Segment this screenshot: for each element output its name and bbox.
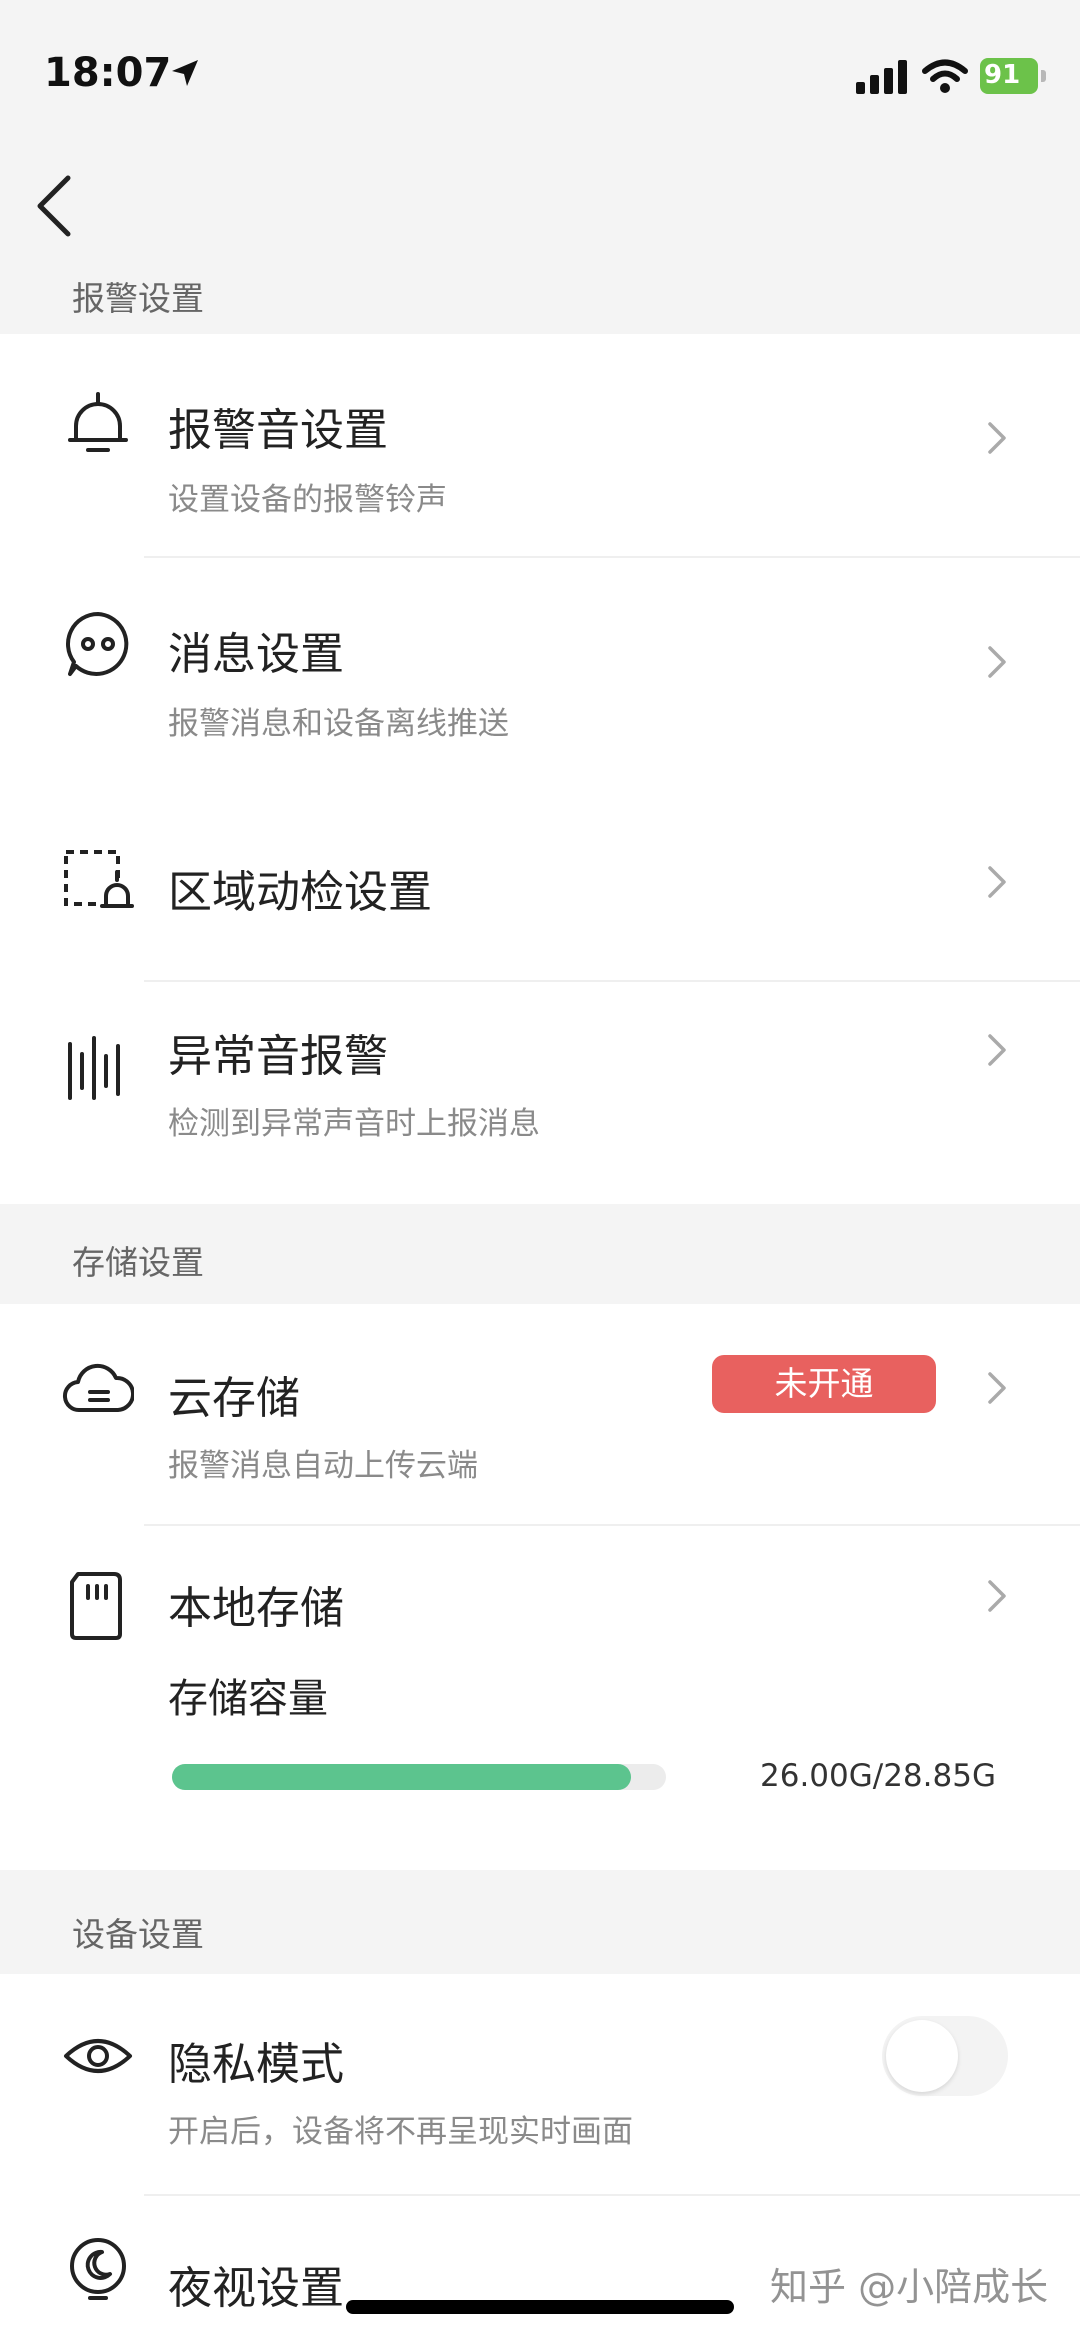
cloud-status-badge: 未开通 — [712, 1355, 936, 1413]
back-button[interactable] — [28, 170, 88, 240]
night-vision-icon — [70, 2238, 126, 2300]
wifi-icon — [922, 59, 968, 93]
section-header-storage: 存储设置 — [0, 1204, 1080, 1304]
row-subtitle: 检测到异常声音时上报消息 — [168, 1106, 540, 1142]
status-time: 18:07 — [44, 50, 172, 96]
row-alarm-sound[interactable]: 报警音设置 设置设备的报警铃声 — [0, 334, 1080, 556]
motion-zone-icon — [64, 850, 134, 908]
capacity-value: 26.00G/28.85G — [760, 1758, 996, 1794]
privacy-toggle[interactable] — [882, 2016, 1008, 2096]
location-arrow-icon — [172, 60, 198, 86]
row-title: 云存储 — [168, 1373, 300, 1424]
signal-icon — [856, 60, 907, 94]
row-subtitle: 报警消息自动上传云端 — [168, 1448, 478, 1484]
row-night-vision[interactable]: 夜视设置 知乎 @小陪成长 — [0, 2196, 1080, 2339]
section-header-alarm: 报警设置 — [0, 250, 1080, 334]
bell-icon — [68, 392, 128, 452]
section-title-alarm: 报警设置 — [72, 279, 204, 318]
storage-progress-fill — [172, 1764, 632, 1790]
sd-card-icon — [70, 1572, 122, 1640]
watermark: 知乎 @小陪成长 — [770, 2265, 1049, 2309]
row-title: 消息设置 — [168, 629, 344, 680]
storage-progress-bar — [172, 1764, 666, 1790]
chevron-right-icon — [988, 1034, 1006, 1066]
battery-level: 91 — [984, 60, 1021, 90]
home-indicator — [346, 2300, 734, 2314]
row-title: 本地存储 — [168, 1583, 344, 1634]
status-bar: 18:07 91 — [0, 0, 1080, 150]
battery-nub — [1041, 70, 1046, 82]
cloud-icon — [62, 1363, 134, 1413]
row-title: 区域动检设置 — [168, 867, 432, 918]
row-title: 隐私模式 — [168, 2039, 344, 2090]
toggle-knob — [886, 2020, 958, 2092]
section-title-device: 设备设置 — [72, 1915, 204, 1954]
chevron-right-icon — [988, 866, 1006, 898]
row-title: 夜视设置 — [168, 2263, 344, 2314]
row-subtitle: 设置设备的报警铃声 — [168, 482, 447, 518]
row-local-storage[interactable]: 本地存储 存储容量 — [0, 1526, 1080, 1870]
row-title: 异常音报警 — [168, 1031, 388, 1082]
chevron-right-icon — [988, 1372, 1006, 1404]
chevron-right-icon — [988, 1580, 1006, 1612]
row-title: 报警音设置 — [168, 405, 388, 456]
capacity-label: 存储容量 — [168, 1676, 328, 1722]
section-header-device: 设备设置 — [0, 1870, 1080, 1974]
row-subtitle: 报警消息和设备离线推送 — [168, 706, 509, 742]
message-icon — [66, 612, 129, 676]
battery-indicator: 91 — [980, 58, 1046, 94]
alarm-settings-card: 报警音设置 设置设备的报警铃声 消息设置 报警消息和设备离线推送 区域动检设置 — [0, 334, 1080, 1204]
chevron-right-icon — [988, 646, 1006, 678]
sound-wave-icon — [68, 1036, 120, 1100]
eye-icon — [64, 2039, 132, 2073]
row-motion-zone[interactable]: 区域动检设置 — [0, 780, 1080, 982]
row-cloud-storage[interactable]: 云存储 报警消息自动上传云端 — [0, 1304, 1080, 1524]
section-title-storage: 存储设置 — [72, 1243, 204, 1282]
row-message-settings[interactable]: 消息设置 报警消息和设备离线推送 — [0, 558, 1080, 780]
row-abnormal-sound[interactable]: 异常音报警 检测到异常声音时上报消息 — [0, 982, 1080, 1204]
row-subtitle: 开启后，设备将不再呈现实时画面 — [168, 2114, 633, 2150]
chevron-right-icon — [988, 422, 1006, 454]
